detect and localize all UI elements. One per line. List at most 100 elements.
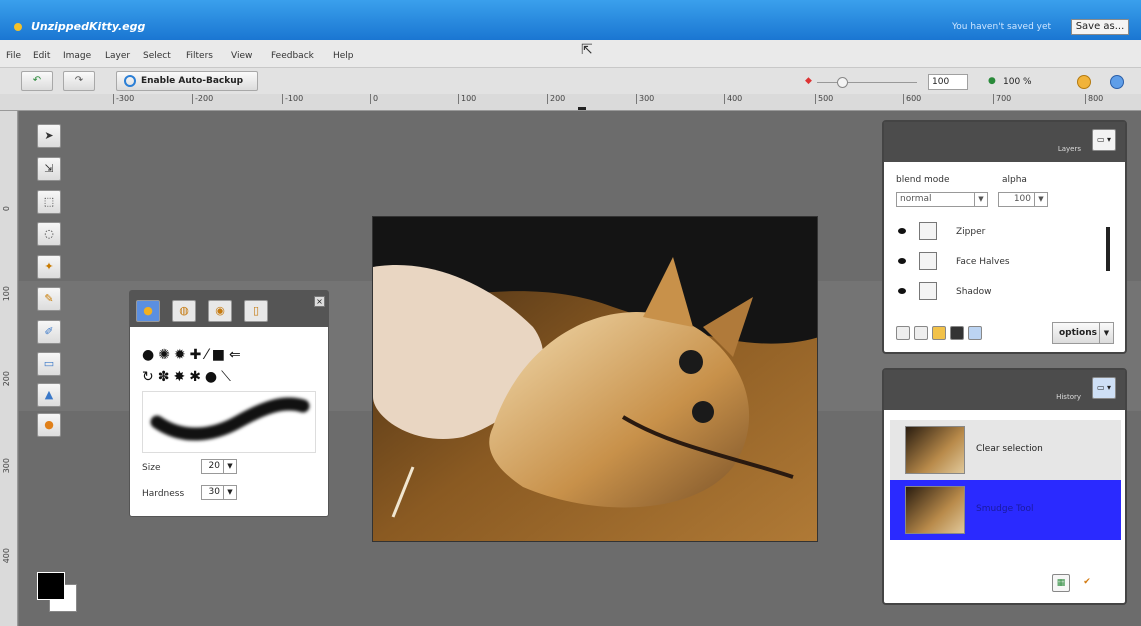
redo-icon: ↷ [74, 75, 84, 86]
alpha-value: 100 [1013, 194, 1031, 204]
tool-lasso[interactable]: ◌ [37, 222, 61, 246]
new-layer-icon[interactable] [896, 326, 910, 340]
size-label: Size [142, 463, 161, 473]
app-icon [14, 23, 22, 31]
brush-shape-grid[interactable]: ●✺✹✚⁄■⇐ ↻✽✸✱●⟍ [142, 344, 322, 388]
history-thumbnail [905, 426, 965, 474]
zoom-slider-handle[interactable] [837, 77, 848, 88]
auto-backup-label: Enable Auto-Backup [141, 76, 244, 86]
history-item-selected[interactable]: Smudge Tool [890, 480, 1121, 540]
chevron-down-icon[interactable]: ▼ [974, 193, 987, 206]
fill-icon: ▲ [44, 388, 54, 401]
menu-layer[interactable]: Layer [105, 51, 130, 61]
layer-options-button[interactable]: options ▼ [1052, 322, 1114, 344]
close-icon[interactable]: × [314, 296, 325, 307]
chevron-down-icon[interactable]: ▼ [1099, 323, 1113, 343]
menu-help[interactable]: Help [333, 51, 354, 61]
brush-stroke-preview [150, 397, 310, 441]
eye-icon[interactable] [898, 288, 906, 294]
bottle-icon: ▯ [252, 304, 260, 317]
menu-edit[interactable]: Edit [33, 51, 50, 61]
zoom-input[interactable]: 100 [928, 74, 968, 90]
chevron-down-icon[interactable]: ▼ [1034, 193, 1047, 206]
tool-pointer[interactable]: ⇲ [37, 157, 61, 181]
ruler-tick: -100 [282, 94, 303, 104]
history-menu-button[interactable]: ▭ ▾ [1092, 377, 1116, 399]
blend-mode-select[interactable]: normal ▼ [896, 192, 988, 207]
alpha-select[interactable]: 100 ▼ [998, 192, 1048, 207]
tab-drop[interactable]: ◉ [208, 300, 232, 322]
tab-stamp[interactable]: ◍ [172, 300, 196, 322]
alpha-label: alpha [1002, 175, 1027, 185]
tool-wand[interactable]: ✦ [37, 255, 61, 279]
foreground-color-swatch[interactable] [37, 572, 65, 600]
layer-row[interactable]: Zipper [890, 219, 1108, 247]
menu-feedback[interactable]: Feedback [271, 51, 314, 61]
ruler-tick: 200 [2, 371, 11, 387]
layer-name: Zipper [956, 227, 986, 237]
zoom-out-icon[interactable]: ◆ [805, 76, 812, 86]
history-item-label: Clear selection [976, 444, 1043, 454]
lock-icon[interactable] [932, 326, 946, 340]
wand-icon: ✦ [44, 260, 54, 273]
ruler-tick: 0 [370, 94, 378, 104]
tool-eraser[interactable]: ▭ [37, 352, 61, 376]
layer-row[interactable]: Shadow [890, 279, 1108, 307]
redo-button[interactable]: ↷ [63, 71, 95, 91]
grid-icon[interactable]: ▦ [1052, 574, 1070, 592]
canvas-image[interactable] [372, 216, 818, 542]
tool-move[interactable]: ➤ [37, 124, 61, 148]
layers-menu-button[interactable]: ▭ ▾ [1092, 129, 1116, 151]
zoom-reset-icon[interactable]: ● [988, 76, 996, 86]
eye-icon[interactable] [898, 228, 906, 234]
pencil-icon: ✎ [44, 292, 54, 305]
pointer-icon: ⇲ [44, 162, 54, 175]
tool-gradient[interactable]: ● [37, 413, 61, 437]
tool-pencil[interactable]: ✎ [37, 287, 61, 311]
menu-file[interactable]: File [6, 51, 21, 61]
title-bar: UnzippedKitty.egg You haven't saved yet … [0, 0, 1141, 40]
size-field[interactable]: 20 ▼ [201, 459, 237, 474]
zoom-percent-label: 100 % [1003, 77, 1032, 87]
menu-image[interactable]: Image [63, 51, 91, 61]
menu-view[interactable]: View [231, 51, 252, 61]
ruler-tick: 300 [2, 458, 11, 474]
undo-button[interactable]: ↶ [21, 71, 53, 91]
layer-row[interactable]: Face Halves [890, 249, 1108, 277]
tool-marquee[interactable]: ⬚ [37, 190, 61, 214]
ruler-tick: -200 [192, 94, 213, 104]
chevron-down-icon[interactable]: ▼ [223, 486, 236, 499]
tool-brush[interactable]: ✐ [37, 320, 61, 344]
ruler-tick: 500 [815, 94, 833, 104]
hardness-label: Hardness [142, 489, 185, 499]
hardness-value: 30 [208, 487, 220, 497]
settings-icon[interactable] [1110, 75, 1124, 89]
zoom-slider-track[interactable] [817, 82, 917, 83]
history-panel: History ▭ ▾ Clear selection Smudge Tool … [882, 368, 1127, 605]
layer-name: Shadow [956, 287, 992, 297]
ruler-cursor-marker [578, 107, 586, 110]
broom-icon[interactable]: ✔ [1078, 574, 1096, 592]
info-icon[interactable] [950, 326, 964, 340]
save-status: You haven't saved yet [952, 22, 1052, 32]
hardness-field[interactable]: 30 ▼ [201, 485, 237, 500]
clock-icon[interactable] [1077, 75, 1091, 89]
layers-scrollbar[interactable] [1106, 227, 1110, 271]
undo-icon: ↶ [32, 75, 42, 86]
menu-filters[interactable]: Filters [186, 51, 213, 61]
ruler-tick: 0 [2, 206, 11, 212]
ruler-tick: -300 [113, 94, 134, 104]
tab-bottle[interactable]: ▯ [244, 300, 268, 322]
menu-select[interactable]: Select [143, 51, 171, 61]
chevron-down-icon[interactable]: ▼ [223, 460, 236, 473]
enable-auto-backup-button[interactable]: Enable Auto-Backup [116, 71, 258, 91]
history-item[interactable]: Clear selection [890, 420, 1121, 480]
stamp-icon: ◍ [179, 304, 189, 317]
tool-fill[interactable]: ▲ [37, 383, 61, 407]
save-as-button[interactable]: Save as... [1071, 19, 1129, 35]
tab-brush[interactable]: ● [136, 300, 160, 322]
duplicate-layer-icon[interactable] [914, 326, 928, 340]
eye-icon[interactable] [898, 258, 906, 264]
ruler-tick: 400 [724, 94, 742, 104]
trash-icon[interactable] [968, 326, 982, 340]
